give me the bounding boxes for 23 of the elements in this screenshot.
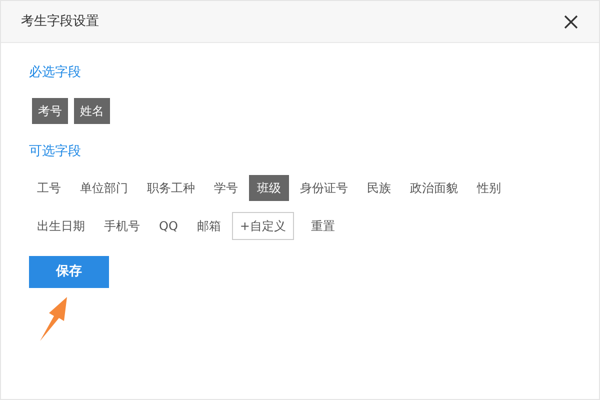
arrow-icon: [39, 296, 69, 342]
optional-field-tag[interactable]: 邮箱: [188, 213, 229, 239]
optional-field-tag[interactable]: 身份证号: [292, 175, 356, 201]
optional-field-tag[interactable]: 工号: [29, 175, 69, 201]
optional-field-tag[interactable]: 职务工种: [139, 175, 203, 201]
required-field-tag: 姓名: [74, 98, 110, 124]
save-button[interactable]: 保存: [29, 256, 109, 288]
reset-button[interactable]: 重置: [296, 213, 349, 239]
add-custom-button[interactable]: +自定义: [232, 212, 294, 240]
section-label: 必选字段: [29, 64, 81, 82]
optional-field-tag[interactable]: 政治面貌: [402, 175, 466, 201]
optional-field-tag[interactable]: 民族: [359, 175, 399, 201]
optional-field-tag[interactable]: 班级: [249, 175, 289, 201]
optional-field-tag[interactable]: 单位部门: [72, 175, 136, 201]
required-field-tag: 考号: [32, 98, 68, 124]
close-button[interactable]: [563, 14, 579, 30]
optional-field-tag[interactable]: QQ: [151, 213, 186, 239]
optional-field-tag[interactable]: 学号: [206, 175, 246, 201]
optional-field-tag[interactable]: 手机号: [96, 213, 148, 239]
dialog-title: 考生字段设置: [21, 12, 99, 31]
optional-field-tag[interactable]: 出生日期: [29, 213, 93, 239]
optional-field-tag[interactable]: 性别: [469, 175, 509, 201]
section-label: 可选字段: [29, 143, 81, 161]
